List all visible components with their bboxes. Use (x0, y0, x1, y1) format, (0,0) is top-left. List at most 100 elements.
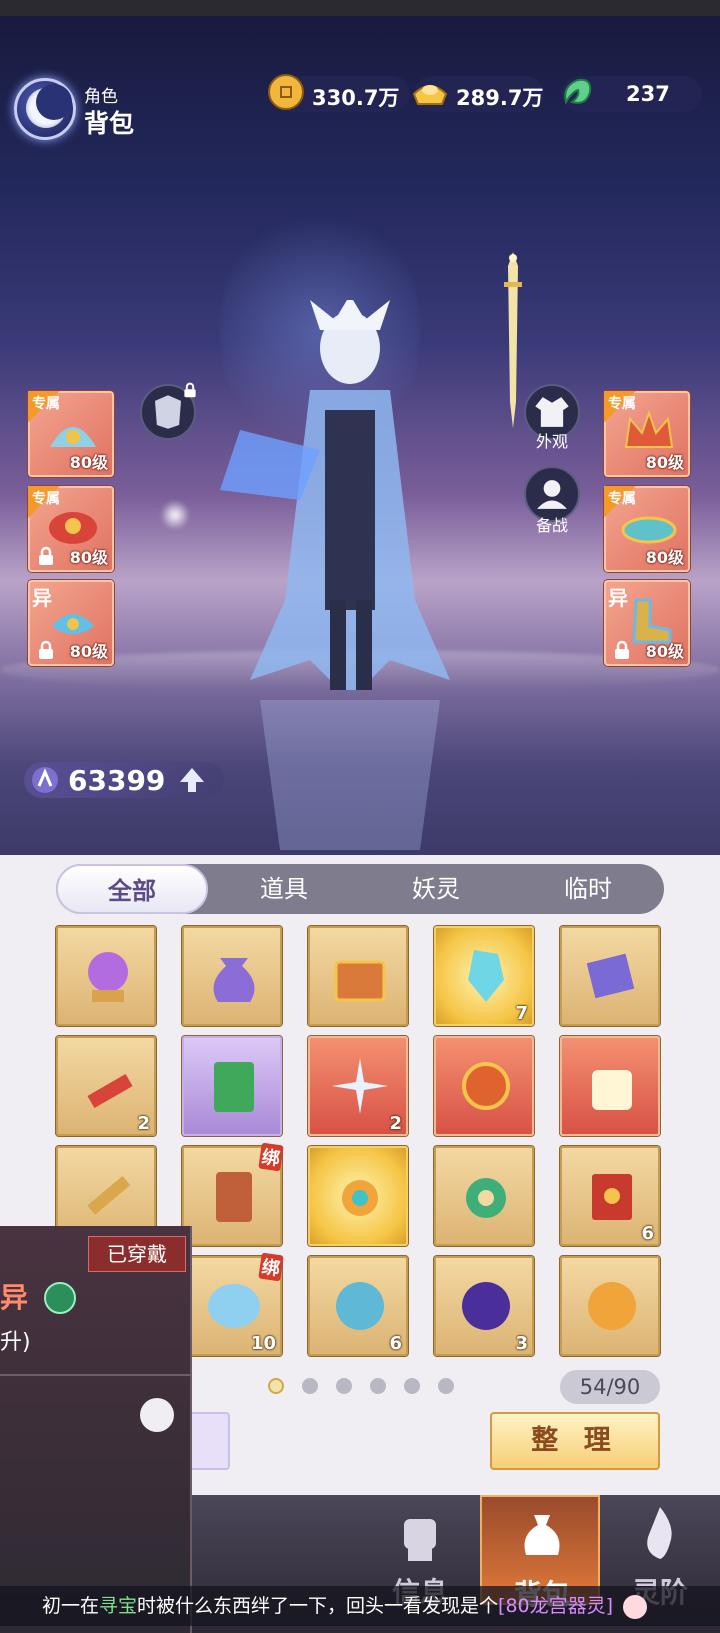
lock-icon (39, 640, 53, 659)
bound-badge: 绑 (258, 1142, 284, 1172)
page-dot[interactable] (404, 1378, 420, 1394)
item-count: 3 (515, 1333, 528, 1354)
dragon-jade-icon (466, 1178, 506, 1218)
character-scene: 角色 背包 330.7万 289.7万 237 专属 80级 专属 80级 异 … (0, 0, 720, 855)
inventory-item[interactable]: 绑 (182, 1142, 284, 1246)
flame-icon (647, 1507, 672, 1559)
page-dot[interactable] (302, 1378, 318, 1394)
tab-temporary[interactable]: 临时 (512, 864, 664, 914)
scrolls-icon (586, 953, 635, 999)
tab-spirits[interactable]: 妖灵 (360, 864, 512, 914)
resource-copper[interactable]: 330.7万 (268, 74, 410, 112)
inventory-item[interactable]: 2 (308, 1036, 408, 1136)
character-figure[interactable] (200, 300, 500, 850)
bag-icon (524, 1515, 560, 1555)
jade-dragon-icon (564, 78, 592, 105)
inventory-item[interactable] (56, 926, 156, 1026)
rabbit-puzzle-icon (592, 1070, 632, 1110)
worn-badge: 已穿戴 (88, 1236, 186, 1272)
lock-icon (184, 382, 196, 398)
book-icon (592, 1174, 632, 1220)
page-dot[interactable] (336, 1378, 352, 1394)
equip-slot-right-3[interactable]: 异 80级 (604, 580, 690, 666)
page-dot[interactable] (268, 1378, 284, 1394)
inventory-item[interactable] (434, 1036, 534, 1136)
arrow-up-icon (180, 768, 204, 792)
slot-level: 80级 (69, 548, 108, 567)
tooltip-type: 异 (0, 1281, 29, 1314)
page-dot[interactable] (370, 1378, 386, 1394)
fox-jade-icon (342, 1180, 378, 1216)
firecracker-icon (87, 1073, 133, 1109)
slot-level: 80级 (645, 642, 684, 661)
crystal-ball-icon (88, 952, 128, 1002)
slot-level: 80级 (69, 642, 108, 661)
lock-icon (615, 640, 629, 659)
eye-icon[interactable] (140, 1398, 174, 1432)
page-dot[interactable] (438, 1378, 454, 1394)
moon-shadow (36, 84, 72, 120)
gold-value: 289.7万 (456, 86, 544, 110)
inventory-item[interactable]: 7 (434, 926, 534, 1026)
status-strip (0, 0, 720, 16)
snowflake-icon (332, 1058, 388, 1114)
slot-level: 80级 (645, 548, 684, 567)
combat-power-value: 63399 (68, 764, 166, 797)
ticker-item-link[interactable]: [80龙宫器灵] (498, 1595, 613, 1617)
amulet-icon (462, 1062, 510, 1110)
equipment-tooltip[interactable]: 已穿戴 异 升) (0, 1226, 192, 1633)
resource-jade[interactable]: 237 (562, 76, 702, 112)
inventory-item[interactable] (182, 926, 282, 1026)
weapon-sword[interactable] (500, 252, 526, 428)
item-count: 10 (250, 1333, 276, 1354)
unlock-icon (44, 1282, 76, 1314)
copper-value: 330.7万 (312, 86, 400, 110)
standby-label: 备战 (535, 516, 568, 535)
equip-slot-left-3[interactable]: 异 80级 (28, 580, 114, 666)
sort-button[interactable]: 整 理 (490, 1412, 660, 1470)
inventory-item[interactable] (560, 1036, 660, 1136)
copper-coin-icon (268, 74, 304, 110)
inventory-item[interactable]: 3 (434, 1256, 534, 1356)
pouch-icon (213, 958, 255, 1002)
item-count: 6 (389, 1333, 402, 1354)
fire-orb-icon (588, 1282, 636, 1330)
equip-slot-right-2[interactable]: 专属 80级 (604, 486, 690, 572)
inventory-item[interactable] (308, 926, 408, 1026)
ice-shard-icon (468, 950, 504, 1002)
page-title: 背包 (84, 109, 135, 138)
inventory-item[interactable] (308, 1146, 408, 1246)
inventory-item[interactable]: 6 (308, 1256, 408, 1356)
inventory-item[interactable]: 10 绑 (182, 1252, 284, 1356)
resource-gold[interactable]: 289.7万 (412, 76, 544, 112)
star-sparkle (160, 500, 190, 530)
combat-power[interactable]: 63399 (24, 762, 224, 798)
ticker-text: 时被什么东西绊了一下，回头一看发现是个 (137, 1595, 499, 1617)
divider (0, 1374, 192, 1376)
appearance-label: 外观 (535, 432, 568, 451)
inventory-item[interactable] (434, 1146, 534, 1246)
equip-slot-right-1[interactable]: 专属 80级 (604, 391, 690, 477)
item-count: 2 (137, 1113, 150, 1134)
item-count: 2 (389, 1113, 402, 1134)
inventory-item[interactable]: 6 (560, 1146, 660, 1246)
chest-icon (334, 960, 386, 1002)
inventory-item[interactable]: 2 (56, 1036, 156, 1136)
purple-orb-icon (462, 1282, 510, 1330)
equip-slot-left-1[interactable]: 专属 80级 (28, 391, 114, 477)
blue-orb-icon (336, 1282, 384, 1330)
tooltip-suffix: 升) (0, 1330, 31, 1355)
telescope-icon (87, 1175, 131, 1215)
ticker-text: 初一在 (42, 1595, 100, 1617)
gift-card-icon (214, 1062, 254, 1112)
inventory-item[interactable] (560, 1256, 660, 1356)
tab-all[interactable]: 全部 (56, 864, 208, 914)
tab-items[interactable]: 道具 (208, 864, 360, 914)
inventory-item[interactable] (182, 1036, 282, 1136)
inventory-tabs: 全部 道具 妖灵 临时 (56, 864, 664, 914)
gold-ingot-icon (412, 85, 448, 105)
equip-slot-left-2[interactable]: 专属 80级 (28, 486, 114, 572)
inventory-item[interactable] (560, 926, 660, 1026)
fist-icon (404, 1519, 436, 1561)
slot-level: 80级 (645, 453, 684, 472)
